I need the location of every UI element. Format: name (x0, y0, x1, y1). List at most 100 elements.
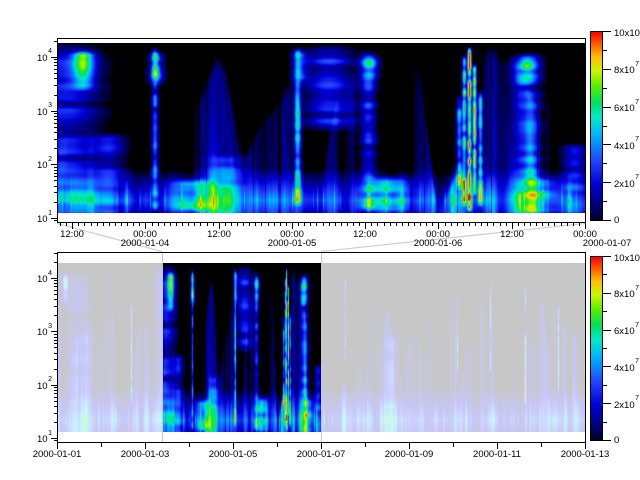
bottom-x-minor-tick (541, 443, 542, 447)
top-colorbar (590, 31, 603, 221)
top-x-minor-tick (408, 223, 409, 226)
top-x-minor-tick (329, 223, 330, 226)
top-x-minor-tick (536, 223, 537, 226)
top-x-minor-tick (164, 223, 165, 226)
y-minor-tick (54, 280, 57, 281)
top-x-minor-tick (567, 223, 568, 226)
bottom-x-date-label: 2000-01-05 (209, 450, 258, 460)
colorbar-minor-tick (603, 385, 607, 386)
y-minor-tick (54, 123, 57, 124)
colorbar-major-tick (603, 440, 611, 441)
colorbar-minor-tick (603, 50, 607, 51)
bottom-x-date-label: 2000-01-09 (385, 450, 434, 460)
y-minor-tick (54, 353, 57, 354)
colorbar-major-tick (603, 107, 611, 108)
top-x-minor-tick (377, 223, 378, 226)
colorbar-minor-tick (603, 348, 607, 349)
y-minor-tick (54, 340, 57, 341)
y-minor-tick (54, 119, 57, 120)
colorbar-tick-label: 4x107 (614, 362, 639, 374)
top-x-minor-tick (243, 223, 244, 226)
colorbar-major-tick (603, 144, 611, 145)
colorbar-minor-tick (603, 311, 607, 312)
colorbar-minor-tick (603, 422, 607, 423)
top-x-minor-tick (109, 223, 110, 226)
top-x-minor-tick (255, 223, 256, 226)
top-x-minor-tick (506, 223, 507, 226)
top-x-minor-tick (335, 223, 336, 226)
y-minor-tick (54, 290, 57, 291)
top-x-minor-tick (402, 223, 403, 226)
top-x-minor-tick (158, 223, 159, 226)
top-x-minor-tick (426, 223, 427, 226)
top-x-minor-tick (500, 223, 501, 226)
y-minor-tick (54, 65, 57, 66)
y-minor-tick (54, 62, 57, 63)
top-x-minor-tick (445, 223, 446, 226)
colorbar-minor-tick (603, 88, 607, 89)
colorbar-major-tick (603, 403, 611, 404)
y-minor-tick (54, 359, 57, 360)
y-minor-tick (54, 262, 57, 263)
top-x-minor-tick (469, 223, 470, 226)
colorbar-tick-label: 6x107 (614, 102, 639, 114)
top-x-minor-tick (457, 223, 458, 226)
y-minor-tick (54, 180, 57, 181)
top-x-time-label: 12:00 (207, 230, 231, 240)
colorbar-tick-label: 0 (614, 436, 619, 446)
y-tick-label: 104 (37, 273, 52, 285)
y-minor-tick (54, 113, 57, 114)
top-x-minor-tick (310, 223, 311, 226)
top-x-minor-tick (475, 223, 476, 226)
y-minor-tick (54, 283, 57, 284)
y-minor-tick (54, 192, 57, 193)
bottom-colorbar (590, 256, 603, 441)
top-x-minor-tick (280, 223, 281, 226)
y-tick-label: 102 (37, 159, 52, 171)
top-x-minor-tick (561, 223, 562, 226)
top-x-minor-tick (237, 223, 238, 226)
zoom-window-left-edge (162, 252, 163, 442)
y-minor-tick (54, 343, 57, 344)
top-x-minor-tick (542, 223, 543, 226)
top-x-minor-tick (231, 223, 232, 226)
top-x-minor-tick (347, 223, 348, 226)
top-x-minor-tick (493, 223, 494, 226)
y-minor-tick (54, 176, 57, 177)
bottom-x-minor-tick (453, 443, 454, 447)
colorbar-major-tick (603, 69, 611, 70)
y-minor-tick (54, 253, 57, 254)
top-x-minor-tick (213, 223, 214, 226)
colorbar-tick-label: 10x107 (614, 252, 640, 264)
top-x-minor-tick (127, 223, 128, 226)
y-minor-tick (54, 369, 57, 370)
y-minor-tick (54, 315, 57, 316)
y-tick-label: 104 (37, 52, 52, 64)
top-x-minor-tick (274, 223, 275, 226)
colorbar-minor-tick (603, 163, 607, 164)
y-minor-tick (54, 69, 57, 70)
top-x-minor-tick (451, 223, 452, 226)
y-minor-tick (54, 422, 57, 423)
top-x-minor-tick (573, 223, 574, 226)
top-x-minor-tick (420, 223, 421, 226)
top-x-minor-tick (323, 223, 324, 226)
colorbar-tick-label: 8x107 (614, 64, 639, 76)
top-x-minor-tick (286, 223, 287, 226)
colorbar-major-tick (603, 182, 611, 183)
top-x-minor-tick (463, 223, 464, 226)
y-minor-tick (54, 59, 57, 60)
top-x-minor-tick (249, 223, 250, 226)
y-minor-tick (54, 148, 57, 149)
top-x-minor-tick (152, 223, 153, 226)
zoom-window-right-edge (321, 252, 322, 442)
top-x-minor-tick (518, 223, 519, 226)
y-minor-tick (54, 387, 57, 388)
colorbar-minor-tick (603, 274, 607, 275)
top-x-minor-tick (84, 223, 85, 226)
colorbar-major-tick (603, 256, 611, 257)
top-x-minor-tick (353, 223, 354, 226)
y-tick-label: 101 (37, 433, 52, 445)
bottom-x-date-label: 2000-01-03 (121, 450, 170, 460)
y-minor-tick (54, 167, 57, 168)
